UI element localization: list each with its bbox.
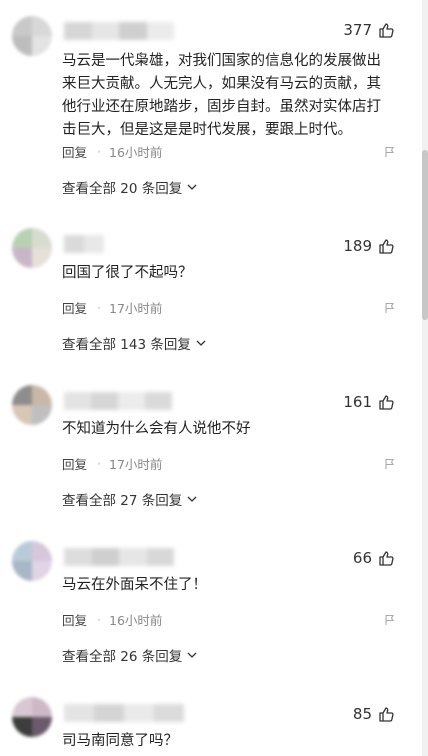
username-blurred[interactable] [64,22,174,40]
thumbs-up-icon [379,707,394,722]
view-all-replies-link[interactable]: 查看全部 20 条回复 [62,177,198,197]
thumbs-up-icon [379,239,394,254]
chevron-down-icon [196,340,206,346]
view-all-replies-link[interactable]: 查看全部 26 条回复 [62,645,198,665]
avatar[interactable] [12,228,52,268]
comment-text: 不知道为什么会有人说他不好 [62,421,251,437]
like-button[interactable]: 377 [343,21,394,39]
separator-dot: · [97,300,101,315]
timestamp: 17小时前 [109,301,163,316]
avatar[interactable] [12,697,52,737]
timestamp: 16小时前 [109,613,163,628]
flag-icon[interactable] [384,302,396,314]
username-blurred[interactable] [64,392,172,410]
comment-text: 司马南同意了吗？ [62,733,178,749]
scrollbar-thumb[interactable] [422,150,428,320]
view-all-replies-label: 查看全部 143 条回复 [62,337,191,353]
reply-button[interactable]: 回复 [62,454,87,473]
like-count: 85 [352,705,372,723]
separator-dot: · [97,144,101,159]
reply-button[interactable]: 回复 [62,298,87,317]
comment-text: 回国了很了不起吗？ [62,265,193,281]
separator-dot: · [97,456,101,471]
reply-button[interactable]: 回复 [62,142,87,161]
view-all-replies-label: 查看全部 26 条回复 [62,649,183,665]
thumbs-up-icon [379,395,394,410]
thumbs-up-icon [379,23,394,38]
like-count: 377 [343,21,372,39]
comment-meta: 回复 · 17小时前 [62,454,396,473]
username-blurred[interactable] [64,704,184,722]
like-button[interactable]: 189 [343,237,394,255]
avatar[interactable] [12,16,52,56]
thumbs-up-icon [379,551,394,566]
reply-button[interactable]: 回复 [62,610,87,629]
flag-icon[interactable] [384,146,396,158]
timestamp: 16小时前 [109,145,163,160]
comment-text: 马云在外面呆不住了！ [62,577,207,593]
comment-meta: 回复 · 16小时前 [62,610,396,629]
flag-icon[interactable] [384,614,396,626]
view-all-replies-label: 查看全部 27 条回复 [62,493,183,509]
view-all-replies-link[interactable]: 查看全部 143 条回复 [62,333,207,353]
comment-meta: 回复 · 16小时前 [62,142,396,161]
like-button[interactable]: 85 [353,705,394,723]
separator-dot: · [97,612,101,627]
scrollbar[interactable] [422,0,428,756]
like-button[interactable]: 66 [353,549,394,567]
chevron-down-icon [187,652,197,658]
like-count: 189 [343,237,372,255]
avatar[interactable] [12,541,52,581]
like-count: 161 [343,393,372,411]
username-blurred[interactable] [64,548,174,566]
like-button[interactable]: 161 [343,393,394,411]
view-all-replies-link[interactable]: 查看全部 27 条回复 [62,489,198,509]
view-all-replies-label: 查看全部 20 条回复 [62,181,183,197]
timestamp: 17小时前 [109,457,163,472]
flag-icon[interactable] [384,458,396,470]
comment-text: 马云是一代枭雄，对我们国家的信息化的发展做出来巨大贡献。人无完人，如果没有马云的… [62,53,381,138]
username-blurred[interactable] [64,235,104,253]
avatar[interactable] [12,385,52,425]
comment-meta: 回复 · 17小时前 [62,298,396,317]
chevron-down-icon [187,184,197,190]
like-count: 66 [352,549,372,567]
chevron-down-icon [187,496,197,502]
